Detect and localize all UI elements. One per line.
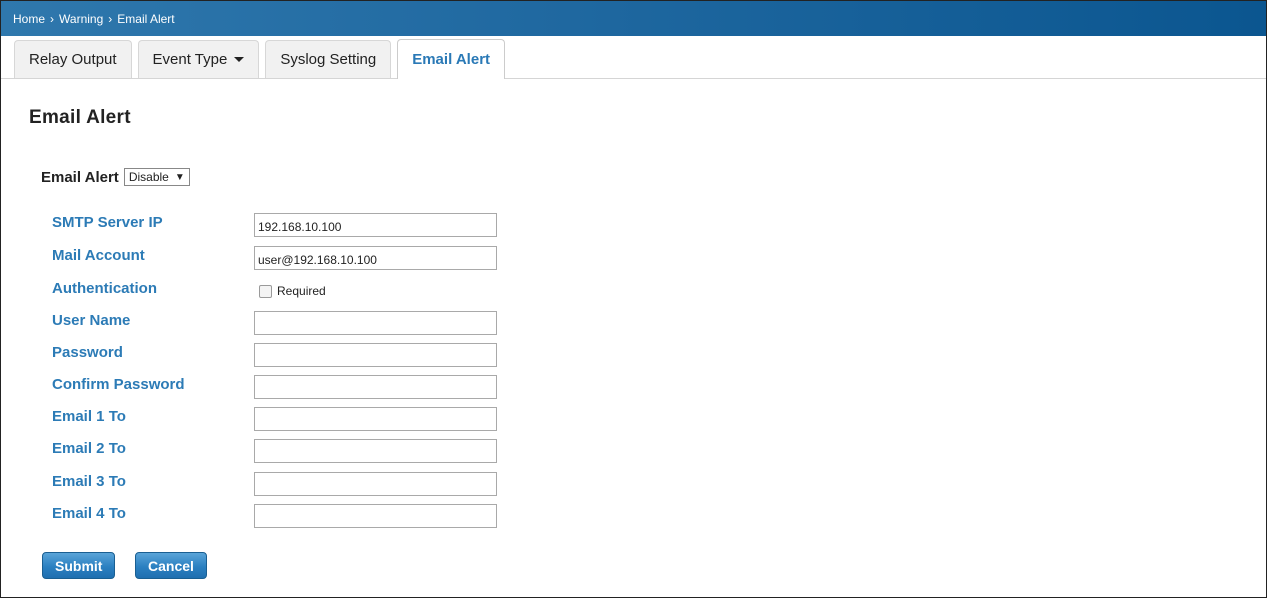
email-3-to-input[interactable]	[254, 472, 497, 496]
user-name-input[interactable]	[254, 311, 497, 335]
authentication-label: Authentication	[52, 280, 157, 297]
dropdown-arrow-icon: ▼	[174, 171, 185, 183]
caret-down-icon	[234, 57, 245, 62]
authentication-required-label: Required	[277, 284, 326, 298]
email-3-to-label: Email 3 To	[52, 473, 126, 490]
tab-bar: Relay Output Event Type Syslog Setting E…	[1, 36, 1266, 79]
submit-button[interactable]: Submit	[42, 552, 116, 579]
confirm-password-label: Confirm Password	[52, 376, 185, 393]
tab-syslog-setting[interactable]: Syslog Setting	[265, 40, 392, 78]
cancel-button[interactable]: Cancel	[135, 552, 207, 579]
email-4-to-input[interactable]	[254, 504, 497, 528]
tab-relay-output[interactable]: Relay Output	[14, 40, 132, 78]
mail-account-label: Mail Account	[52, 247, 145, 264]
breadcrumb-separator-icon: ›	[50, 11, 55, 26]
mail-account-input[interactable]	[254, 246, 497, 270]
email-2-to-input[interactable]	[254, 439, 497, 463]
breadcrumb-current: Email Alert	[117, 11, 175, 26]
email-alert-select[interactable]: Disable ▼	[123, 168, 190, 186]
breadcrumb-home-link[interactable]: Home	[13, 12, 45, 26]
authentication-required-checkbox[interactable]	[259, 284, 272, 298]
breadcrumb: Home › Warning › Email Alert	[1, 1, 1266, 36]
smtp-server-ip-input[interactable]	[254, 213, 497, 237]
page-title: Email Alert	[29, 107, 131, 128]
tab-event-type[interactable]: Event Type	[137, 40, 260, 78]
confirm-password-input[interactable]	[254, 375, 497, 399]
authentication-required-option[interactable]: Required	[259, 284, 326, 298]
email-alert-row: Email Alert Disable ▼	[41, 168, 190, 186]
email-alert-select-value: Disable	[128, 170, 169, 184]
email-4-to-label: Email 4 To	[52, 505, 126, 522]
email-alert-label: Email Alert	[41, 168, 119, 186]
user-name-label: User Name	[52, 312, 131, 329]
tab-label: Syslog Setting	[280, 51, 377, 68]
breadcrumb-separator-icon: ›	[108, 11, 113, 26]
window-frame: Home › Warning › Email Alert Relay Outpu…	[0, 0, 1267, 598]
password-label: Password	[52, 344, 123, 361]
tab-label: Relay Output	[29, 51, 117, 68]
email-1-to-label: Email 1 To	[52, 408, 126, 425]
email-1-to-input[interactable]	[254, 407, 497, 431]
password-input[interactable]	[254, 343, 497, 367]
email-2-to-label: Email 2 To	[52, 440, 126, 457]
tab-label: Email Alert	[412, 51, 491, 68]
tab-label: Event Type	[152, 51, 228, 68]
tab-email-alert[interactable]: Email Alert	[397, 39, 506, 79]
smtp-server-ip-label: SMTP Server IP	[52, 214, 163, 231]
breadcrumb-warning-link[interactable]: Warning	[59, 12, 103, 26]
